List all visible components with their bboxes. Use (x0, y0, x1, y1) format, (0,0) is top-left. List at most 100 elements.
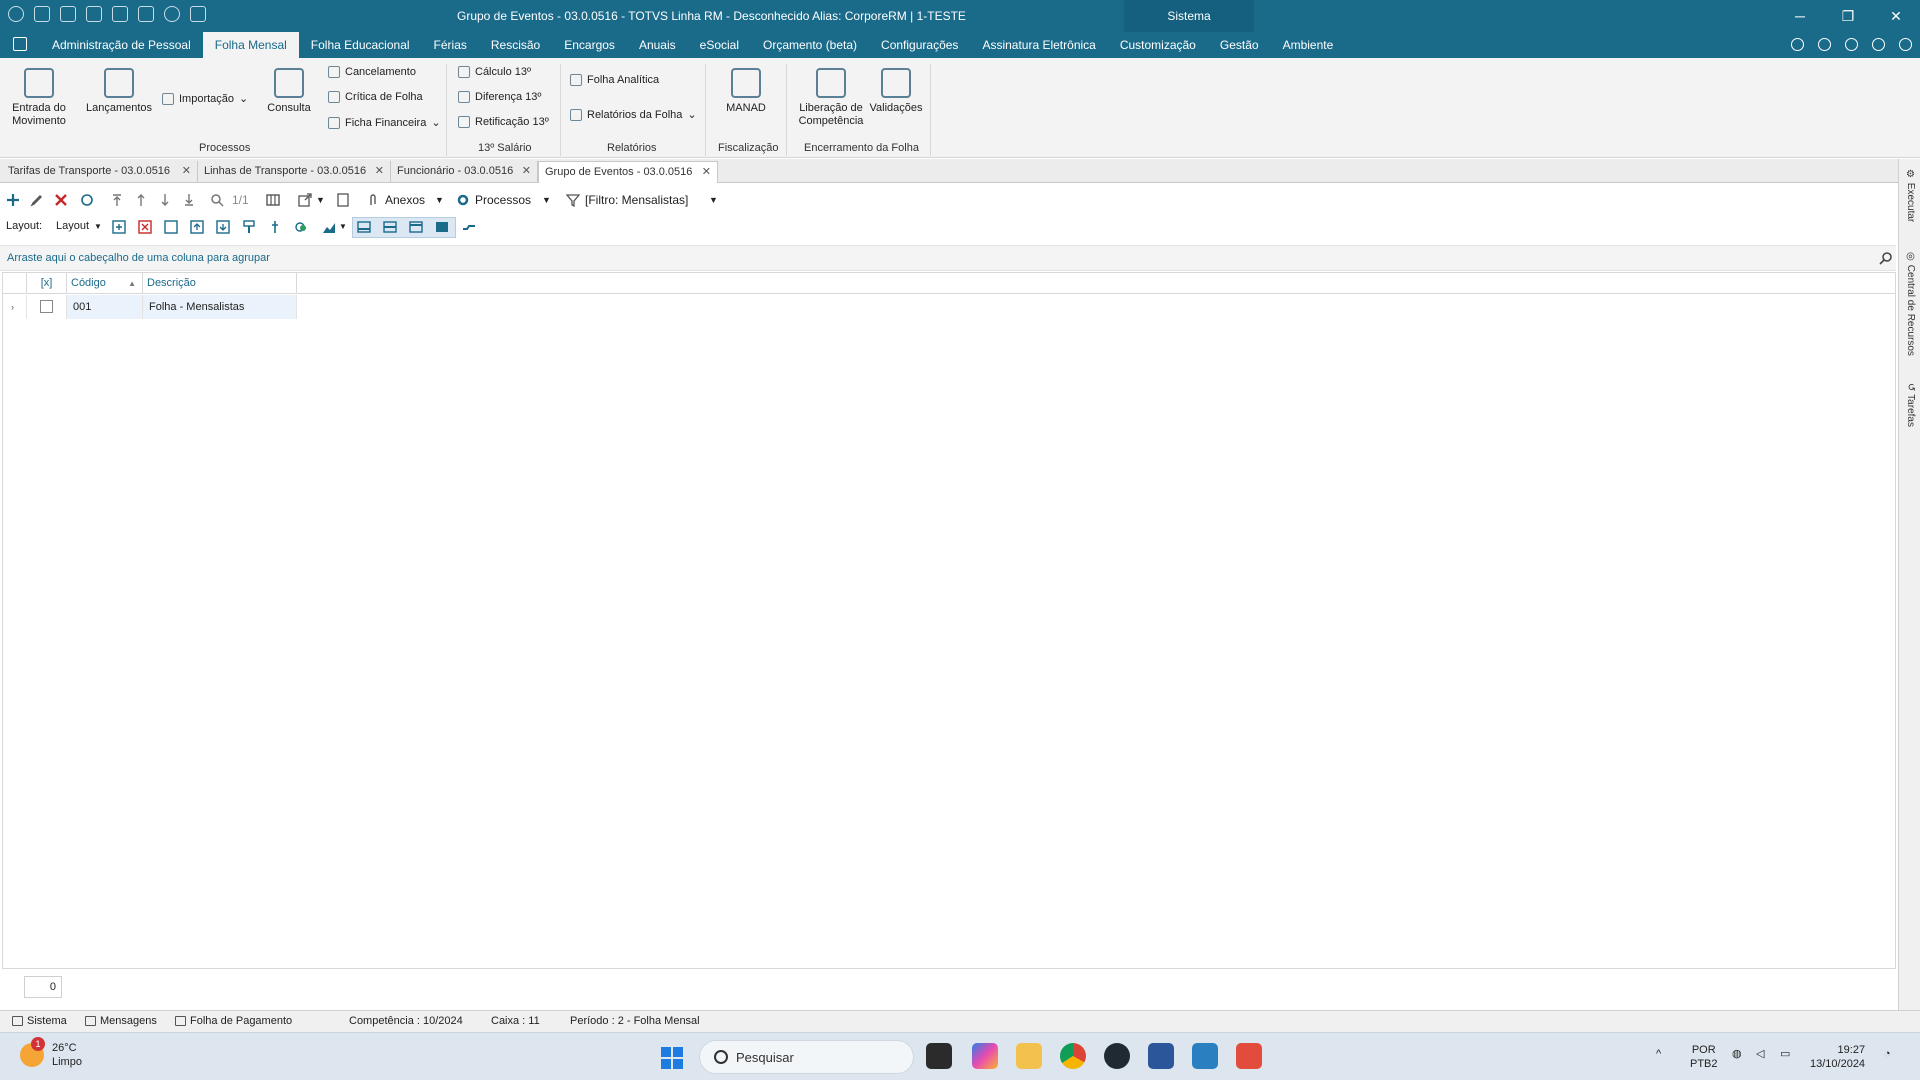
globe-icon[interactable] (1818, 38, 1831, 51)
help-icon[interactable] (1899, 38, 1912, 51)
side-tab-tarefas[interactable]: ↺ Tarefas (1901, 383, 1919, 427)
view-form-icon[interactable] (409, 220, 423, 234)
edit-icon[interactable] (30, 193, 44, 207)
volume-icon[interactable]: ◁ (1756, 1047, 1764, 1061)
ficha-financeira-button[interactable]: Ficha Financeira ⌄ (328, 116, 441, 129)
tab-orcamento[interactable]: Orçamento (beta) (751, 32, 869, 58)
first-record-icon[interactable] (110, 193, 124, 207)
side-tab-central-de-recursos[interactable]: ◎ Central de Recursos (1901, 251, 1919, 356)
area-chart-icon[interactable] (322, 220, 336, 234)
task-view-icon[interactable] (926, 1043, 952, 1069)
status-folha-de-pagamento[interactable]: Folha de Pagamento (175, 1015, 292, 1027)
window-icon[interactable] (190, 6, 206, 22)
save-layout-icon[interactable] (164, 220, 178, 234)
chevron-down-icon[interactable]: ▼ (709, 195, 718, 205)
view-icon[interactable] (60, 6, 76, 22)
refresh-icon[interactable] (1872, 38, 1885, 51)
add-icon[interactable] (6, 193, 20, 207)
weather-widget[interactable]: 1 26°C Limpo (20, 1037, 82, 1069)
chevron-down-icon[interactable]: ▼ (435, 195, 444, 205)
restore-button[interactable]: ❐ (1824, 0, 1872, 32)
document-icon[interactable] (336, 193, 350, 207)
consulta-button[interactable]: Consulta (264, 68, 314, 115)
layout-icon[interactable] (1845, 38, 1858, 51)
app-icon[interactable] (1236, 1043, 1262, 1069)
tab-configuracoes[interactable]: Configurações (869, 32, 970, 58)
screen-icon[interactable] (86, 6, 102, 22)
link-icon[interactable] (462, 220, 476, 234)
cancelamento-button[interactable]: Cancelamento (328, 66, 416, 78)
row-select-cell[interactable] (27, 295, 67, 319)
tab-rescisao[interactable]: Rescisão (479, 32, 552, 58)
tab-folha-educacional[interactable]: Folha Educacional (299, 32, 422, 58)
chevron-down-icon[interactable]: ▼ (339, 222, 347, 231)
status-sistema[interactable]: Sistema (12, 1015, 67, 1027)
close-icon[interactable]: ✕ (702, 162, 711, 183)
doc-tab-funcionario[interactable]: Funcionário - 03.0.0516 ✕ (391, 161, 538, 183)
tab-anuais[interactable]: Anuais (627, 32, 688, 58)
totvs-icon[interactable] (1104, 1043, 1130, 1069)
select-column-header[interactable]: [x] (27, 273, 67, 294)
expand-row-icon[interactable]: › (3, 295, 27, 319)
status-mensagens[interactable]: Mensagens (85, 1015, 157, 1027)
tab-encargos[interactable]: Encargos (552, 32, 627, 58)
row-checkbox[interactable] (40, 300, 53, 313)
view-split-icon[interactable] (383, 220, 397, 234)
relatorios-da-folha-button[interactable]: Relatórios da Folha ⌄ (570, 108, 697, 121)
chrome-icon[interactable] (1060, 1043, 1086, 1069)
word-icon[interactable] (1148, 1043, 1174, 1069)
chevron-up-icon[interactable]: ^ (1656, 1047, 1661, 1061)
file-explorer-icon[interactable] (1016, 1043, 1042, 1069)
system-clock[interactable]: 19:27 13/10/2024 (1810, 1043, 1865, 1071)
anexos-dropdown[interactable]: Anexos (385, 193, 425, 207)
critica-de-folha-button[interactable]: Crítica de Folha (328, 91, 423, 103)
tab-folha-mensal[interactable]: Folha Mensal (202, 32, 299, 58)
chevron-down-icon[interactable]: ▼ (94, 222, 102, 231)
doc-tab-linhas-de-transporte[interactable]: Linhas de Transporte - 03.0.0516 ✕ (198, 161, 391, 183)
taskbar-search[interactable]: Pesquisar (699, 1040, 914, 1074)
home-icon[interactable] (112, 6, 128, 22)
search-icon[interactable] (210, 193, 224, 207)
windows-start-icon[interactable] (661, 1047, 683, 1069)
user-icon[interactable] (34, 6, 50, 22)
network-icon[interactable]: ◍ (1732, 1047, 1742, 1061)
refresh-icon[interactable] (80, 193, 94, 207)
manad-button[interactable]: MANAD (720, 68, 772, 115)
table-row[interactable]: › 001 Folha - Mensalistas (3, 295, 1895, 319)
codigo-column-header[interactable]: Código ▲ (67, 273, 143, 294)
last-record-icon[interactable] (182, 193, 196, 207)
notifications-icon[interactable]: ◔ (1884, 1047, 1891, 1061)
lancamentos-button[interactable]: Lançamentos (84, 68, 154, 115)
liberacao-de-competencia-button[interactable]: Liberação de Competência (796, 68, 866, 128)
filter-dropdown[interactable]: [Filtro: Mensalistas] (585, 193, 688, 207)
language-indicator[interactable]: POR PTB2 (1690, 1043, 1718, 1071)
collapse-ribbon-icon[interactable] (1791, 38, 1804, 51)
notepad-icon[interactable] (1192, 1043, 1218, 1069)
tab-esocial[interactable]: eSocial (688, 32, 751, 58)
layout-dropdown[interactable]: Layout (56, 220, 89, 232)
close-icon[interactable]: ✕ (375, 161, 384, 182)
app-logo-icon[interactable] (8, 6, 24, 22)
chart-icon[interactable] (294, 220, 308, 234)
descricao-column-header[interactable]: Descrição (143, 273, 297, 294)
upload-layout-icon[interactable] (190, 220, 204, 234)
chevron-down-icon[interactable]: ▼ (316, 195, 325, 205)
menu-icon[interactable] (13, 37, 27, 51)
help-icon[interactable] (164, 6, 180, 22)
search-icon[interactable] (1879, 251, 1893, 265)
folha-analitica-button[interactable]: Folha Analítica (570, 74, 659, 86)
delete-layout-icon[interactable] (138, 220, 152, 234)
download-layout-icon[interactable] (216, 220, 230, 234)
new-layout-icon[interactable] (112, 220, 126, 234)
tab-administracao-de-pessoal[interactable]: Administração de Pessoal (40, 32, 203, 58)
tab-assinatura-eletronica[interactable]: Assinatura Eletrônica (970, 32, 1107, 58)
doc-tab-tarifas-de-transporte[interactable]: Tarifas de Transporte - 03.0.0516 ✕ (2, 161, 198, 183)
calculo-13-button[interactable]: Cálculo 13º (458, 66, 531, 78)
tab-ferias[interactable]: Férias (422, 32, 479, 58)
diferenca-13-button[interactable]: Diferença 13º (458, 91, 541, 103)
codigo-cell[interactable]: 001 (67, 295, 143, 319)
previous-record-icon[interactable] (134, 193, 148, 207)
paint-icon[interactable] (242, 220, 256, 234)
close-icon[interactable]: ✕ (182, 161, 191, 182)
validacoes-button[interactable]: Validações (868, 68, 924, 115)
